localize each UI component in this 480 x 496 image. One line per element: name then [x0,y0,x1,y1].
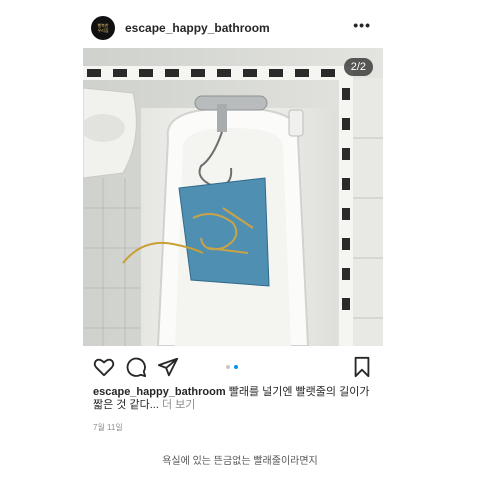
carousel-dot-1[interactable] [226,365,230,369]
carousel-dot-2[interactable] [234,365,238,369]
instagram-post: 행복한 우리집 escape_happy_bathroom ••• 2/2 es… [83,8,383,433]
bookmark-icon[interactable] [351,356,373,378]
comment-icon[interactable] [125,356,147,378]
avatar-text-line-2: 우리집 [97,28,109,33]
post-date: 7월 11일 [93,423,123,432]
caption-more-link[interactable]: 더 보기 [162,399,195,411]
action-bar [83,346,383,386]
media-counter: 2/2 [343,58,373,76]
heart-icon[interactable] [93,356,115,378]
bathtub-photo [83,48,383,346]
avatar[interactable]: 행복한 우리집 [91,16,115,40]
post-image[interactable]: 2/2 [83,48,383,346]
more-horizontal-icon[interactable]: ••• [353,18,371,32]
post-caption: escape_happy_bathroom 빨래를 널기엔 빨랫줄의 길이가 짧… [83,386,383,412]
share-icon[interactable] [157,356,179,378]
post-username[interactable]: escape_happy_bathroom [125,21,270,35]
caption-username[interactable]: escape_happy_bathroom [93,386,226,398]
post-header: 행복한 우리집 escape_happy_bathroom ••• [83,8,383,48]
footer-caption: 욕실에 있는 뜬금없는 빨래줄이라면지 [162,456,318,467]
carousel-dots [226,365,238,369]
